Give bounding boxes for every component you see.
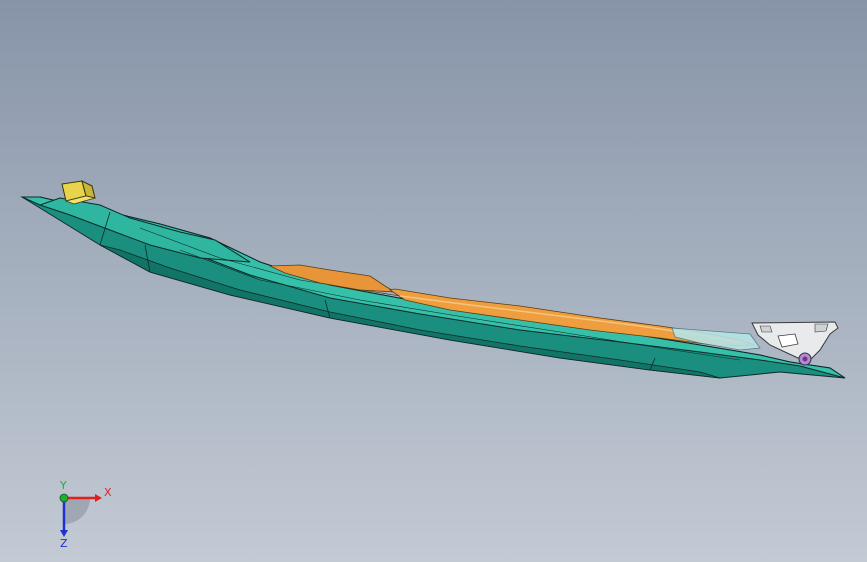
triad-y-axis (59, 493, 69, 503)
reference-triad: X Y Z (59, 479, 112, 548)
triad-x-arrow (95, 494, 102, 502)
triad-z-label: Z (60, 537, 68, 548)
cad-model-view[interactable] (0, 0, 867, 562)
graphics-viewport[interactable]: X Y Z (0, 0, 867, 562)
model-part-body[interactable] (20, 196, 846, 379)
triad-x-label: X (104, 486, 112, 499)
triad-shadow (64, 498, 90, 524)
triad-z-arrow (60, 530, 68, 537)
clip-icon[interactable] (61, 180, 96, 205)
triad-y-label: Y (59, 479, 67, 492)
grommet-icon[interactable] (798, 352, 812, 366)
